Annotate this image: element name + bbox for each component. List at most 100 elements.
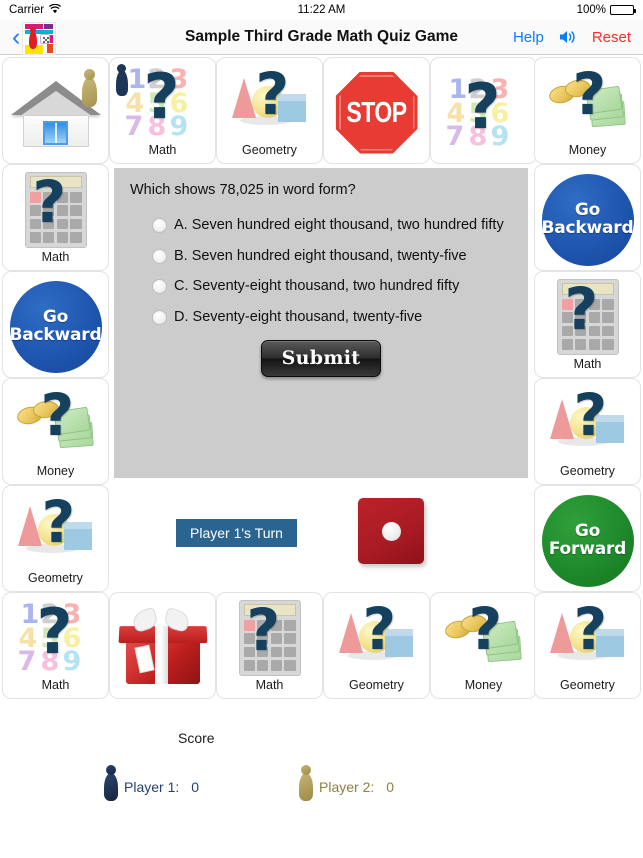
question-mark-icon: ?	[143, 59, 180, 133]
stop-sign-icon: STOP	[324, 58, 429, 163]
back-chevron-icon[interactable]: ‹	[12, 24, 20, 50]
radio-button-c[interactable]	[152, 279, 167, 295]
radio-button-b[interactable]	[152, 248, 167, 264]
battery-full-icon	[610, 5, 636, 15]
answer-label-b: B. Seven hundred eight thousand, twenty-…	[174, 247, 467, 264]
geometry-icon: ?	[324, 593, 429, 679]
answer-label-c: C. Seventy-eight thousand, two hundred f…	[174, 278, 460, 295]
numbers-icon: 123 456 789 ?	[445, 69, 510, 152]
board-tile-geometry-bot-1[interactable]: ? Geometry	[323, 592, 430, 699]
board-tile-stop[interactable]: STOP	[323, 57, 430, 164]
geometry-icon: ?	[217, 58, 322, 144]
board-tile-go-backward-right[interactable]: Go Backward	[534, 164, 641, 271]
answer-label-a: A. Seven hundred eight thousand, two hun…	[174, 217, 504, 233]
radio-button-a[interactable]	[152, 218, 167, 233]
speaker-on-icon[interactable]	[558, 29, 578, 45]
answer-option-d[interactable]: D. Seventy-eight thousand, twenty-five	[152, 308, 512, 328]
player-1-pawn-icon	[104, 765, 118, 801]
question-mark-icon: ?	[41, 487, 76, 556]
board-tile-math-top-1[interactable]: 123 456 789 ? Math	[109, 57, 216, 164]
dice-button[interactable]	[358, 498, 424, 564]
stop-label: STOP	[346, 95, 407, 129]
board-tile-geometry-left[interactable]: ? Geometry	[2, 485, 109, 592]
question-mark-icon: ?	[468, 594, 503, 663]
reset-button[interactable]: Reset	[592, 29, 631, 46]
board-tile-math-top-2[interactable]: 123 456 789 ?	[430, 57, 537, 164]
board-tile-math-right[interactable]: ? Math	[534, 271, 641, 378]
score-section: Score Player 1: 0 Player 2: 0	[0, 700, 643, 858]
money-icon: ?	[535, 58, 640, 144]
geometry-icon: ?	[535, 379, 640, 465]
dice-pip	[381, 521, 401, 541]
go-backward-label: Go Backward	[541, 199, 634, 238]
status-bar-time: 11:22 AM	[297, 4, 346, 16]
board-tile-label: Money	[36, 463, 75, 478]
board-tile-math-left-1[interactable]: ? Math	[2, 164, 109, 271]
player-2-value: 0	[386, 779, 395, 795]
board-tile-label: Geometry	[560, 463, 615, 478]
player-2-score-row: Player 2: 0	[299, 765, 395, 801]
calculator-icon: ?	[3, 165, 108, 251]
answer-label-d: D. Seventy-eight thousand, twenty-five	[174, 308, 423, 325]
board-tile-label: Math	[41, 677, 70, 692]
board-tile-label: Geometry	[242, 142, 297, 157]
go-forward-label: Go Forward	[548, 520, 627, 559]
question-mark-icon: ?	[573, 380, 608, 449]
question-mark-icon: ?	[36, 594, 73, 668]
player-2-pawn-icon	[299, 765, 313, 801]
board-tile-money-bot[interactable]: ? Money	[430, 592, 537, 699]
player-1-score-row: Player 1: 0	[104, 765, 199, 801]
go-backward-circle: Go Backward	[535, 165, 640, 270]
board-tile-gift[interactable]	[109, 592, 216, 699]
board-tile-home[interactable]	[2, 57, 109, 164]
money-icon: ?	[431, 593, 536, 679]
board-tile-label: Geometry	[560, 677, 615, 692]
board-tile-money-left[interactable]: ? Money	[2, 378, 109, 485]
board-tile-label: Money	[464, 677, 503, 692]
player-2-name: Player 2:	[319, 779, 375, 795]
board-tile-label: Geometry	[28, 570, 83, 585]
board-tile-math-bot-2[interactable]: ? Math	[216, 592, 323, 699]
board-game-app-icon[interactable]	[22, 22, 57, 55]
board-tile-label: Math	[41, 249, 70, 264]
money-icon: ?	[3, 379, 108, 465]
radio-button-d[interactable]	[152, 309, 167, 325]
answer-option-a[interactable]: A. Seven hundred eight thousand, two hun…	[152, 216, 512, 236]
answer-option-c[interactable]: C. Seventy-eight thousand, two hundred f…	[152, 277, 512, 297]
board-tile-money-top[interactable]: ? Money	[534, 57, 641, 164]
board-tile-label: Math	[148, 142, 177, 157]
board-tile-geometry-bot-2[interactable]: ? Geometry	[534, 592, 641, 699]
question-mark-icon: ?	[464, 69, 501, 143]
status-bar-right: 100%	[577, 4, 636, 16]
question-panel: Which shows 78,025 in word form? A. Seve…	[114, 168, 528, 478]
answer-options-list: A. Seven hundred eight thousand, two hun…	[130, 216, 512, 327]
question-mark-icon: ?	[246, 595, 281, 664]
score-title: Score	[178, 730, 215, 746]
geometry-icon: ?	[3, 486, 108, 572]
question-prompt: Which shows 78,025 in word form?	[130, 182, 356, 198]
question-mark-icon: ?	[362, 594, 397, 663]
submit-button-wrapper: Submit	[130, 340, 512, 378]
calculator-icon: ?	[535, 272, 640, 358]
board-tile-geometry-top[interactable]: ? Geometry	[216, 57, 323, 164]
gift-box-icon	[110, 593, 215, 698]
numbers-icon: 123 456 789 ?	[17, 594, 82, 677]
board-tile-label: Money	[568, 142, 607, 157]
answer-option-b[interactable]: B. Seven hundred eight thousand, twenty-…	[152, 247, 512, 267]
house-icon	[3, 58, 108, 163]
question-mark-icon: ?	[32, 167, 67, 236]
board-tile-geometry-right[interactable]: ? Geometry	[534, 378, 641, 485]
status-bar: Carrier 11:22 AM 100%	[0, 0, 643, 20]
question-mark-icon: ?	[564, 274, 599, 343]
player-1-name: Player 1:	[124, 779, 180, 795]
numbers-icon: 123 456 789 ?	[110, 58, 215, 144]
question-mark-icon: ?	[572, 59, 607, 128]
calculator-icon: ?	[217, 593, 322, 679]
nav-bar-actions: Help Reset	[513, 29, 631, 46]
board-tile-go-forward[interactable]: Go Forward	[534, 485, 641, 592]
board-tile-go-backward-left[interactable]: Go Backward	[2, 271, 109, 378]
board-tile-label: Math	[255, 677, 284, 692]
board-tile-math-bot-1[interactable]: 123 456 789 ? Math	[2, 592, 109, 699]
help-button[interactable]: Help	[513, 29, 544, 46]
submit-button[interactable]: Submit	[260, 340, 382, 378]
